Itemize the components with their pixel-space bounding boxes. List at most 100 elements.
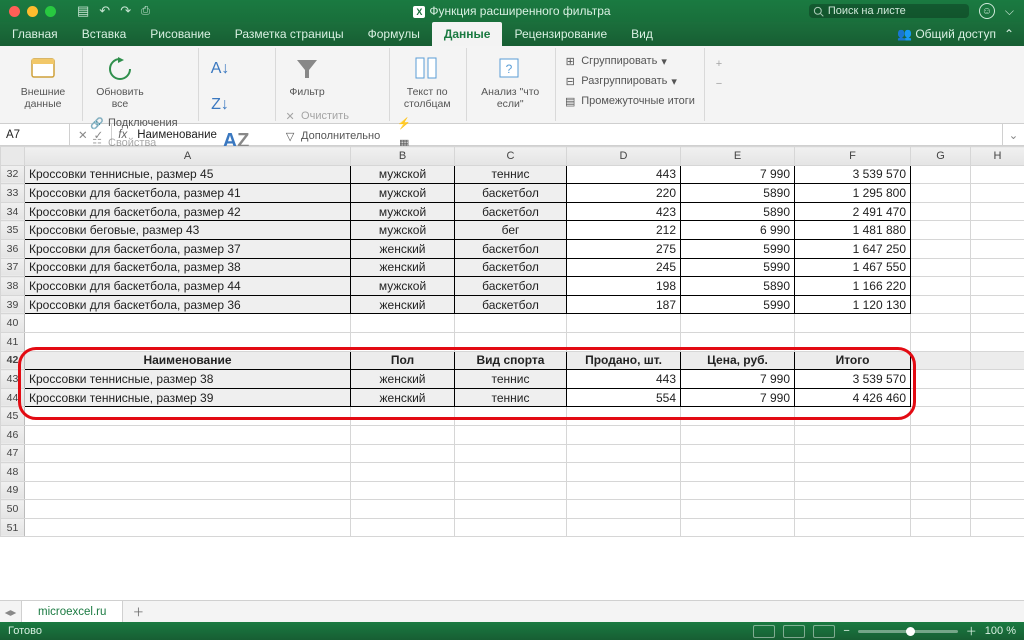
- tab-data[interactable]: Данные: [432, 22, 503, 46]
- cell[interactable]: [455, 444, 567, 463]
- cell[interactable]: 7 990: [681, 370, 795, 389]
- row-header[interactable]: 48: [1, 463, 25, 482]
- cell[interactable]: [911, 500, 971, 519]
- cell[interactable]: [681, 314, 795, 333]
- cell[interactable]: Пол: [351, 351, 455, 370]
- cell[interactable]: баскетбол: [455, 295, 567, 314]
- row-header[interactable]: 44: [1, 388, 25, 407]
- cell[interactable]: [455, 407, 567, 426]
- sort-desc-button[interactable]: Z↓: [203, 86, 237, 122]
- cell[interactable]: 2 491 470: [795, 202, 911, 221]
- cell[interactable]: [911, 332, 971, 351]
- row-header[interactable]: 40: [1, 314, 25, 333]
- cell[interactable]: [795, 500, 911, 519]
- cell[interactable]: [351, 425, 455, 444]
- cell[interactable]: 187: [567, 295, 681, 314]
- cell[interactable]: Кроссовки для баскетбола, размер 41: [25, 184, 351, 203]
- cell[interactable]: [911, 184, 971, 203]
- share-button[interactable]: 👥 Общий доступ: [897, 27, 996, 41]
- cell[interactable]: [567, 407, 681, 426]
- cell[interactable]: [971, 518, 1024, 537]
- column-header[interactable]: B: [351, 147, 455, 166]
- subtotal-button[interactable]: ▤Промежуточные итоги: [560, 91, 698, 111]
- cell[interactable]: [25, 518, 351, 537]
- cell[interactable]: [455, 518, 567, 537]
- print-icon[interactable]: ⎙: [141, 5, 150, 18]
- row-header[interactable]: 36: [1, 239, 25, 258]
- cell[interactable]: 275: [567, 239, 681, 258]
- cell[interactable]: [351, 481, 455, 500]
- cell[interactable]: [971, 463, 1024, 482]
- cell[interactable]: 5890: [681, 277, 795, 296]
- cell[interactable]: Продано, шт.: [567, 351, 681, 370]
- cell[interactable]: 554: [567, 388, 681, 407]
- cell[interactable]: [351, 332, 455, 351]
- select-all-corner[interactable]: [1, 147, 25, 166]
- cell[interactable]: [681, 444, 795, 463]
- cell[interactable]: мужской: [351, 184, 455, 203]
- tab-page-layout[interactable]: Разметка страницы: [223, 22, 356, 46]
- redo-icon[interactable]: ↷: [120, 3, 131, 19]
- cell[interactable]: [971, 314, 1024, 333]
- hide-detail-button[interactable]: −: [709, 74, 729, 94]
- cell[interactable]: [911, 314, 971, 333]
- cell[interactable]: 7 990: [681, 165, 795, 184]
- ungroup-button[interactable]: ⊟Разгруппировать ▾: [560, 71, 698, 91]
- undo-icon[interactable]: ↶: [99, 3, 110, 19]
- cell[interactable]: Кроссовки для баскетбола, размер 36: [25, 295, 351, 314]
- cell[interactable]: [795, 518, 911, 537]
- tab-formulas[interactable]: Формулы: [356, 22, 432, 46]
- row-header[interactable]: 34: [1, 202, 25, 221]
- cell[interactable]: 212: [567, 221, 681, 240]
- cell[interactable]: [681, 407, 795, 426]
- cell[interactable]: Наименование: [25, 351, 351, 370]
- close-window-icon[interactable]: [9, 6, 20, 17]
- cell[interactable]: [567, 314, 681, 333]
- row-header[interactable]: 45: [1, 407, 25, 426]
- name-box[interactable]: A7: [0, 124, 70, 145]
- cell[interactable]: [971, 500, 1024, 519]
- zoom-out-icon[interactable]: −: [843, 625, 849, 637]
- feedback-icon[interactable]: ☺: [979, 3, 995, 19]
- cell[interactable]: [911, 518, 971, 537]
- cell[interactable]: [795, 444, 911, 463]
- cell[interactable]: [681, 463, 795, 482]
- cell[interactable]: [911, 388, 971, 407]
- cell[interactable]: Кроссовки теннисные, размер 45: [25, 165, 351, 184]
- cell[interactable]: [25, 481, 351, 500]
- cell[interactable]: [911, 370, 971, 389]
- formula-input[interactable]: Наименование: [133, 124, 1002, 145]
- cell[interactable]: Кроссовки беговые, размер 43: [25, 221, 351, 240]
- cell[interactable]: Кроссовки для баскетбола, размер 42: [25, 202, 351, 221]
- search-input[interactable]: Поиск на листе: [809, 4, 969, 18]
- row-header[interactable]: 41: [1, 332, 25, 351]
- cell[interactable]: 1 481 880: [795, 221, 911, 240]
- cell[interactable]: [971, 295, 1024, 314]
- zoom-slider[interactable]: [858, 630, 958, 633]
- cell[interactable]: [567, 481, 681, 500]
- cell[interactable]: [25, 500, 351, 519]
- row-header[interactable]: 51: [1, 518, 25, 537]
- cell[interactable]: [911, 481, 971, 500]
- cell[interactable]: [795, 481, 911, 500]
- cell[interactable]: Вид спорта: [455, 351, 567, 370]
- cell[interactable]: 6 990: [681, 221, 795, 240]
- what-if-button[interactable]: ? Анализ "что если": [471, 50, 549, 110]
- expand-formula-bar-icon[interactable]: ⌄: [1002, 124, 1024, 145]
- zoom-in-icon[interactable]: ＋: [966, 623, 977, 639]
- cell[interactable]: [25, 463, 351, 482]
- add-sheet-button[interactable]: ＋: [123, 601, 153, 622]
- view-page-layout-icon[interactable]: [783, 625, 805, 638]
- cell[interactable]: 7 990: [681, 388, 795, 407]
- cell[interactable]: теннис: [455, 370, 567, 389]
- cell[interactable]: [25, 425, 351, 444]
- cell[interactable]: 5990: [681, 295, 795, 314]
- tab-insert[interactable]: Вставка: [70, 22, 139, 46]
- cell[interactable]: [455, 500, 567, 519]
- collapse-ribbon-icon[interactable]: ⌃: [1004, 27, 1014, 41]
- row-header[interactable]: 43: [1, 370, 25, 389]
- cell[interactable]: [971, 425, 1024, 444]
- show-detail-button[interactable]: +: [709, 54, 729, 74]
- cell[interactable]: мужской: [351, 165, 455, 184]
- cell[interactable]: 5890: [681, 184, 795, 203]
